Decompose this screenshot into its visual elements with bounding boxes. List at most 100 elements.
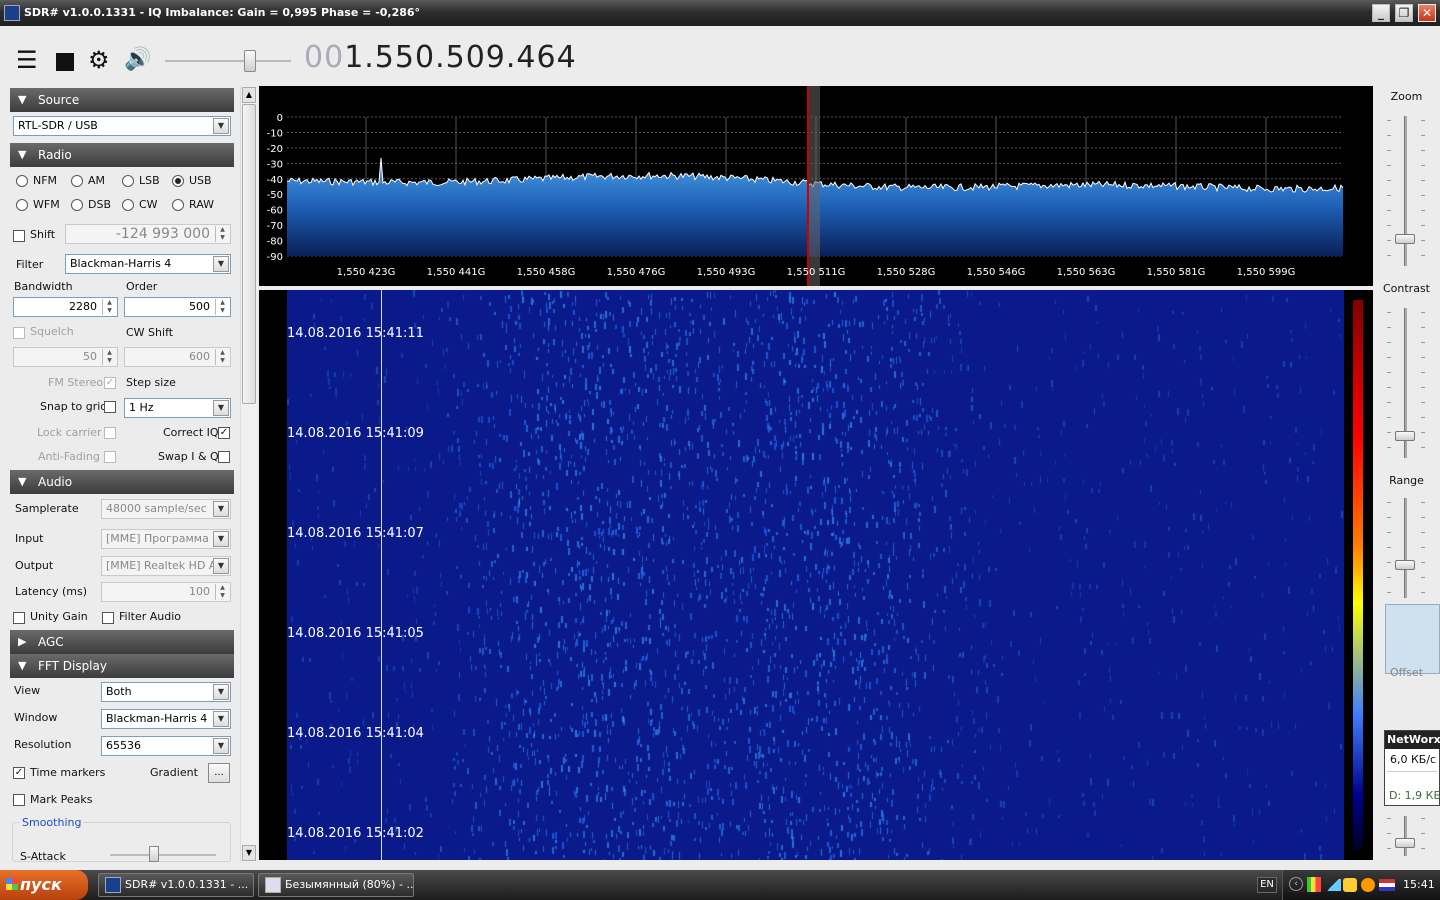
radio-section-header[interactable]: ▼ Radio [10,143,234,167]
spectrum-db-label: -30 [267,159,283,170]
spectrum-freq-label: 1,550 476G [607,267,666,278]
view-select[interactable]: Both ▼ [101,682,231,702]
waterfall-timestamp: 14.08.2016 15:41:02 [287,826,424,841]
tray-clock[interactable]: 15:41 [1403,878,1435,891]
tray-graph-icon[interactable] [1307,877,1321,892]
networx-download: D: 1,9 КБ [1389,789,1440,802]
sattack-slider-track[interactable] [110,854,216,856]
sattack-slider-thumb[interactable] [149,846,159,862]
timemarkers-checkbox[interactable]: ✓ [13,767,25,779]
contrast-slider-thumb[interactable] [1395,431,1415,441]
latency-input[interactable]: 100 ▲ ▼ [101,582,231,602]
offset-slider-track[interactable] [1404,816,1407,856]
stepsize-select[interactable]: 1 Hz ▼ [124,398,231,418]
slider-tick [1387,517,1391,518]
taskbar-item-sdr[interactable]: SDR# v1.0.0.1331 - ... [98,873,254,897]
tray-update-icon[interactable] [1361,878,1375,892]
agc-section-header[interactable]: ▶ AGC [10,630,234,654]
mode-nfm-radio[interactable] [16,175,28,187]
audio-section-header[interactable]: ▼ Audio [10,470,234,494]
slider-tick [1421,255,1425,256]
shift-checkbox[interactable] [13,230,25,242]
waterfall-display[interactable]: 14.08.2016 15:41:11 14.08.2016 15:41:09 14… [259,290,1373,860]
tray-flag-icon[interactable] [1379,879,1395,891]
antifading-checkbox[interactable] [104,451,116,463]
resolution-select[interactable]: 65536 ▼ [101,736,231,756]
range-label: Range [1389,474,1424,487]
audio-output-select[interactable]: [MME] Realtek HD Au ▼ [101,556,231,576]
minimize-button[interactable]: _ [1372,4,1390,22]
tray-network-icon[interactable] [1343,878,1357,892]
slider-tick [1421,180,1425,181]
slider-tick [1387,502,1391,503]
source-section-header[interactable]: ▼ Source [10,88,234,112]
offset-slider-area[interactable] [1385,604,1440,674]
range-slider-thumb[interactable] [1395,560,1415,570]
mode-lsb-radio[interactable] [122,175,134,187]
snap-to-grid-checkbox[interactable] [104,401,116,413]
zoom-slider-thumb[interactable] [1395,234,1415,244]
squelch-checkbox[interactable] [13,327,25,339]
left-panel-scrollbar[interactable]: ▲ ▼ [240,86,257,862]
fmstereo-label: FM Stereo [48,376,104,389]
order-input[interactable]: 500 ▲ ▼ [124,297,231,317]
lockcarrier-checkbox[interactable] [104,427,116,439]
fmstereo-checkbox[interactable]: ✓ [104,377,116,389]
source-device-select[interactable]: RTL-SDR / USB ▼ [13,116,231,136]
spectrum-analyzer[interactable]: 0 -10 -20 -30 -40 -50 -60 -70 -80 -90 1,550 423G 1… [259,86,1373,286]
slider-tick [1421,447,1425,448]
language-indicator[interactable]: EN [1257,877,1277,893]
scroll-down-arrow[interactable]: ▼ [242,845,256,861]
restore-button[interactable]: ❐ [1395,4,1413,22]
filter-select[interactable]: Blackman-Harris 4 ▼ [65,254,231,274]
slider-tick [1421,818,1425,819]
gear-icon[interactable]: ⚙ [88,46,110,74]
audio-input-select[interactable]: [MME] Программа пе ▼ [101,529,231,549]
waterfall-timestamp: 14.08.2016 15:41:11 [287,326,424,341]
scroll-thumb[interactable] [242,104,256,404]
mode-raw-radio[interactable] [172,199,184,211]
samplerate-select[interactable]: 48000 sample/sec ▼ [101,499,231,519]
mode-dsb-radio[interactable] [71,199,83,211]
scroll-up-arrow[interactable]: ▲ [242,87,256,103]
frequency-display[interactable]: 001.550.509.464 [304,40,577,75]
mode-wfm-radio[interactable] [16,199,28,211]
menu-icon[interactable]: ☰ [16,46,38,74]
mode-wfm-label: WFM [33,198,60,211]
slider-tick [1387,447,1391,448]
range-slider-track[interactable] [1404,498,1407,598]
mode-usb-radio[interactable] [172,175,184,187]
networx-widget[interactable]: NetWorx 6,0 КБ/с D: 1,9 КБ [1384,730,1440,806]
mode-am-radio[interactable] [71,175,83,187]
correctiq-checkbox[interactable]: ✓ [218,427,230,439]
speaker-icon[interactable]: 🔊 [124,46,151,74]
squelch-input[interactable]: 50 ▲ ▼ [13,347,118,367]
offset-label: Offset [1389,666,1424,679]
swapiq-checkbox[interactable] [218,451,230,463]
windows-logo-icon [6,878,18,890]
gradient-button[interactable]: ... [208,763,230,783]
slider-tick [1421,372,1425,373]
shift-input[interactable]: -124 993 000 ▲ ▼ [65,224,231,244]
tray-signal-icon[interactable] [1325,879,1341,891]
bandwidth-input[interactable]: 2280 ▲ ▼ [13,297,118,317]
offset-slider-thumb[interactable] [1395,838,1415,848]
unitygain-checkbox[interactable] [13,612,25,624]
mode-cw-radio[interactable] [122,199,134,211]
slider-tick [1387,818,1391,819]
taskbar-item-paint[interactable]: Безымянный (80%) - ... [258,873,414,897]
window-title-bar: SDR# v1.0.0.1331 - IQ Imbalance: Gain = … [0,0,1440,26]
volume-slider-track[interactable] [165,60,291,62]
cwshift-input[interactable]: 600 ▲ ▼ [124,347,231,367]
fft-section-header[interactable]: ▼ FFT Display [10,654,234,678]
close-button[interactable]: ✕ [1418,4,1436,22]
spectrum-freq-label: 1,550 423G [337,267,396,278]
filteraudio-checkbox[interactable] [102,612,114,624]
window-select[interactable]: Blackman-Harris 4 ▼ [101,709,231,729]
volume-slider-thumb[interactable] [244,50,256,72]
slider-tick [1421,135,1425,136]
slider-tick [1387,848,1391,849]
stop-icon[interactable] [56,53,74,71]
tray-expand-icon[interactable]: ‹ [1289,877,1303,891]
markpeaks-checkbox[interactable] [13,794,25,806]
